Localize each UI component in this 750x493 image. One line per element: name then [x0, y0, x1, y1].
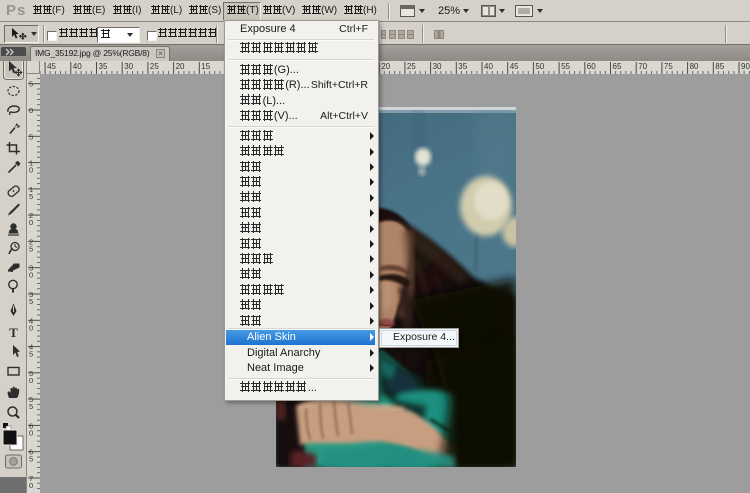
- svg-text:0: 0: [29, 481, 33, 490]
- svg-text:40: 40: [73, 62, 82, 71]
- svg-text:T: T: [9, 325, 18, 340]
- svg-text:0: 0: [29, 428, 33, 437]
- svg-text:70: 70: [638, 62, 647, 71]
- svg-text:60: 60: [587, 62, 596, 71]
- svg-text:20: 20: [381, 62, 390, 71]
- svg-text:5: 5: [29, 80, 33, 89]
- svg-text:30: 30: [433, 62, 442, 71]
- svg-text:15: 15: [201, 62, 210, 71]
- svg-text:80: 80: [690, 62, 699, 71]
- svg-text:20: 20: [176, 62, 185, 71]
- svg-text:25: 25: [150, 62, 159, 71]
- svg-text:5: 5: [29, 350, 33, 359]
- svg-text:5: 5: [29, 455, 33, 464]
- svg-text:5: 5: [29, 297, 33, 306]
- svg-text:85: 85: [715, 62, 724, 71]
- svg-text:55: 55: [561, 62, 570, 71]
- svg-text:35: 35: [458, 62, 467, 71]
- svg-text:5: 5: [29, 244, 33, 253]
- svg-text:0: 0: [29, 271, 33, 280]
- svg-text:0: 0: [29, 166, 33, 175]
- svg-text:0: 0: [29, 218, 33, 227]
- svg-text:0: 0: [29, 376, 33, 385]
- svg-text:0: 0: [29, 323, 33, 332]
- svg-text:5: 5: [29, 132, 33, 141]
- svg-text:45: 45: [47, 62, 56, 71]
- svg-text:0: 0: [29, 106, 33, 115]
- svg-text:90: 90: [741, 62, 750, 71]
- svg-text:5: 5: [29, 402, 33, 411]
- svg-text:75: 75: [664, 62, 673, 71]
- svg-text:40: 40: [484, 62, 493, 71]
- svg-text:25: 25: [407, 62, 416, 71]
- svg-text:5: 5: [29, 192, 33, 201]
- svg-text:50: 50: [535, 62, 544, 71]
- svg-text:65: 65: [613, 62, 622, 71]
- svg-text:45: 45: [510, 62, 519, 71]
- svg-text:30: 30: [124, 62, 133, 71]
- svg-text:35: 35: [99, 62, 108, 71]
